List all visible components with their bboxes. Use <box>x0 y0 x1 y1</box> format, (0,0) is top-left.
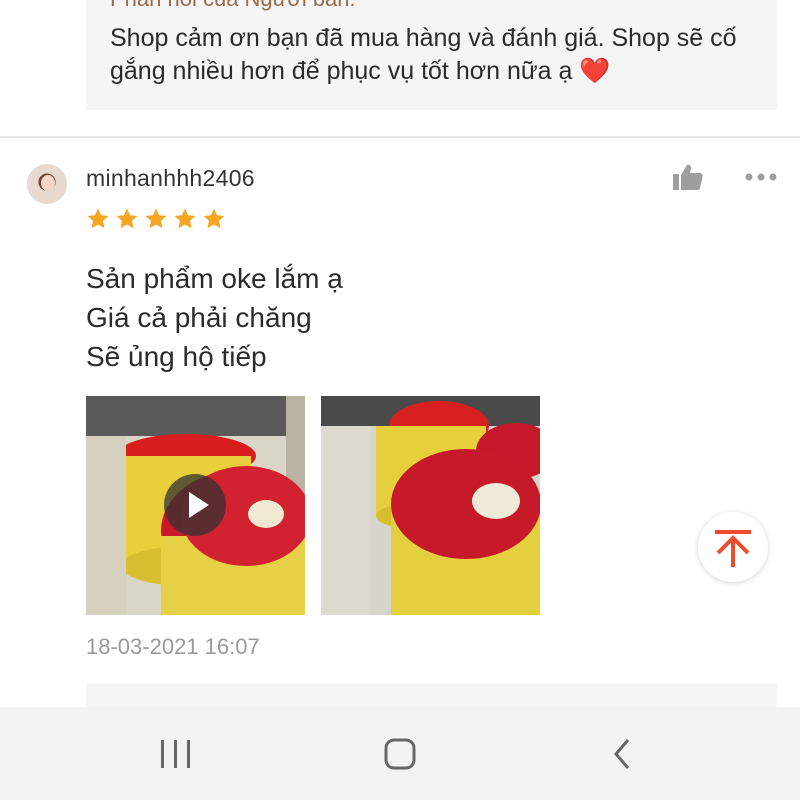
more-dots-icon[interactable] <box>744 168 778 186</box>
review-line: Sẽ ủng hộ tiếp <box>86 341 267 372</box>
review-line: Sản phẩm oke lắm ạ <box>86 263 343 294</box>
seller-reply-heading: Phản hồi của Người bán: <box>110 0 356 12</box>
back-icon[interactable] <box>604 737 644 771</box>
review-line: Giá cả phải chăng <box>86 302 312 333</box>
star-icon <box>87 208 109 229</box>
star-icon <box>203 208 225 229</box>
reviewer-username[interactable]: minhanhhh2406 <box>86 165 255 192</box>
star-icon <box>116 208 138 229</box>
heart-icon: ❤️ <box>579 57 611 85</box>
review-image-thumbnail[interactable] <box>321 396 540 615</box>
review-text: Sản phẩm oke lắm ạ Giá cả phải chăng Sẽ … <box>86 259 343 376</box>
seller-reply-box: Phản hồi của Người bán: Shop cảm ơn bạn … <box>86 0 777 110</box>
recents-icon[interactable] <box>156 737 196 771</box>
play-icon[interactable] <box>164 474 226 536</box>
star-icon <box>174 208 196 229</box>
review-timestamp: 18-03-2021 16:07 <box>86 634 260 659</box>
arrow-to-top-icon <box>715 530 751 567</box>
star-icon <box>145 208 167 229</box>
review-video-thumbnail[interactable] <box>86 396 305 615</box>
seller-reply-text: Shop cảm ơn bạn đã mua hàng và đánh giá.… <box>110 24 737 85</box>
thumbs-up-icon[interactable] <box>672 163 704 191</box>
avatar[interactable] <box>27 164 67 204</box>
rating-stars <box>86 207 226 231</box>
review-divider <box>0 136 800 138</box>
home-icon[interactable] <box>380 737 420 771</box>
scroll-to-top-button[interactable] <box>698 512 768 582</box>
system-nav-bar <box>0 707 800 800</box>
